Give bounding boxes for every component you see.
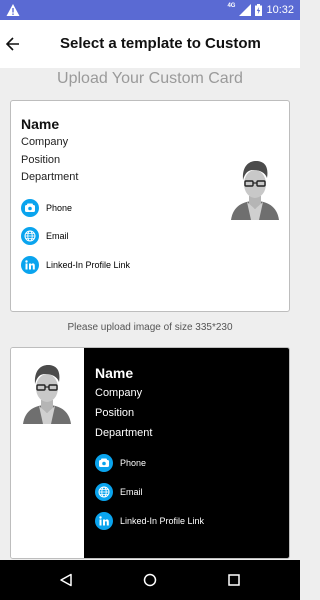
avatar-placeholder — [231, 161, 279, 220]
phone-icon — [95, 454, 113, 472]
card-contact-label: Email — [120, 487, 143, 497]
card-contact-linkedin: Linked-In Profile Link — [21, 256, 130, 274]
phone-icon — [21, 199, 39, 217]
card-contact-label: Linked-In Profile Link — [120, 516, 205, 526]
card-contact-phone: Phone — [21, 199, 72, 217]
template-card-light[interactable]: Name Company Position Department Phone E… — [10, 100, 290, 312]
status-right: 4G 10:32 — [227, 2, 294, 18]
warning-icon — [6, 4, 20, 16]
nav-back-icon — [60, 573, 72, 587]
card-contact-linkedin: Linked-In Profile Link — [95, 512, 204, 530]
card-contact-phone: Phone — [95, 454, 146, 472]
template-card-dark[interactable]: Name Company Position Department Phone E… — [10, 347, 290, 559]
card-department: Department — [95, 427, 153, 439]
card-contact-email: Email — [95, 483, 143, 501]
avatar-placeholder — [23, 365, 71, 424]
nav-back-button[interactable] — [56, 570, 76, 590]
card-company: Company — [95, 387, 143, 399]
card-left-panel — [11, 348, 84, 558]
globe-icon — [95, 483, 113, 501]
nav-home-icon — [143, 573, 157, 587]
status-time: 10:32 — [266, 4, 294, 16]
card-right-panel: Name Company Position Department Phone E… — [84, 348, 289, 558]
linkedin-icon — [21, 256, 39, 274]
network-type: 4G — [227, 3, 236, 9]
nav-home-button[interactable] — [140, 570, 160, 590]
card-contact-email: Email — [21, 227, 69, 245]
card-contact-label: Phone — [120, 458, 147, 468]
battery-icon — [255, 4, 263, 16]
card-contact-label: Linked-In Profile Link — [46, 260, 131, 270]
signal-icon — [239, 4, 252, 16]
card-contact-label: Email — [46, 231, 69, 241]
status-bar: 4G 10:32 — [0, 0, 300, 20]
app-bar: Select a template to Custom — [0, 20, 300, 68]
card-contact-label: Phone — [46, 203, 73, 213]
card-position: Position — [21, 154, 61, 166]
card-name: Name — [21, 116, 60, 132]
back-button[interactable] — [0, 20, 26, 68]
nav-recents-icon — [228, 574, 240, 586]
globe-icon — [21, 227, 39, 245]
arrow-back-icon — [6, 37, 19, 51]
page-title: Select a template to Custom — [60, 35, 261, 52]
card-company: Company — [21, 136, 69, 148]
system-nav-bar — [0, 560, 300, 600]
linkedin-icon — [95, 512, 113, 530]
card-name: Name — [95, 365, 134, 381]
upload-custom-card-heading[interactable]: Upload Your Custom Card — [0, 70, 300, 88]
card-department: Department — [21, 171, 79, 183]
upload-size-note: Please upload image of size 335*230 — [67, 322, 233, 333]
nav-recents-button[interactable] — [224, 570, 244, 590]
card-position: Position — [95, 407, 135, 419]
